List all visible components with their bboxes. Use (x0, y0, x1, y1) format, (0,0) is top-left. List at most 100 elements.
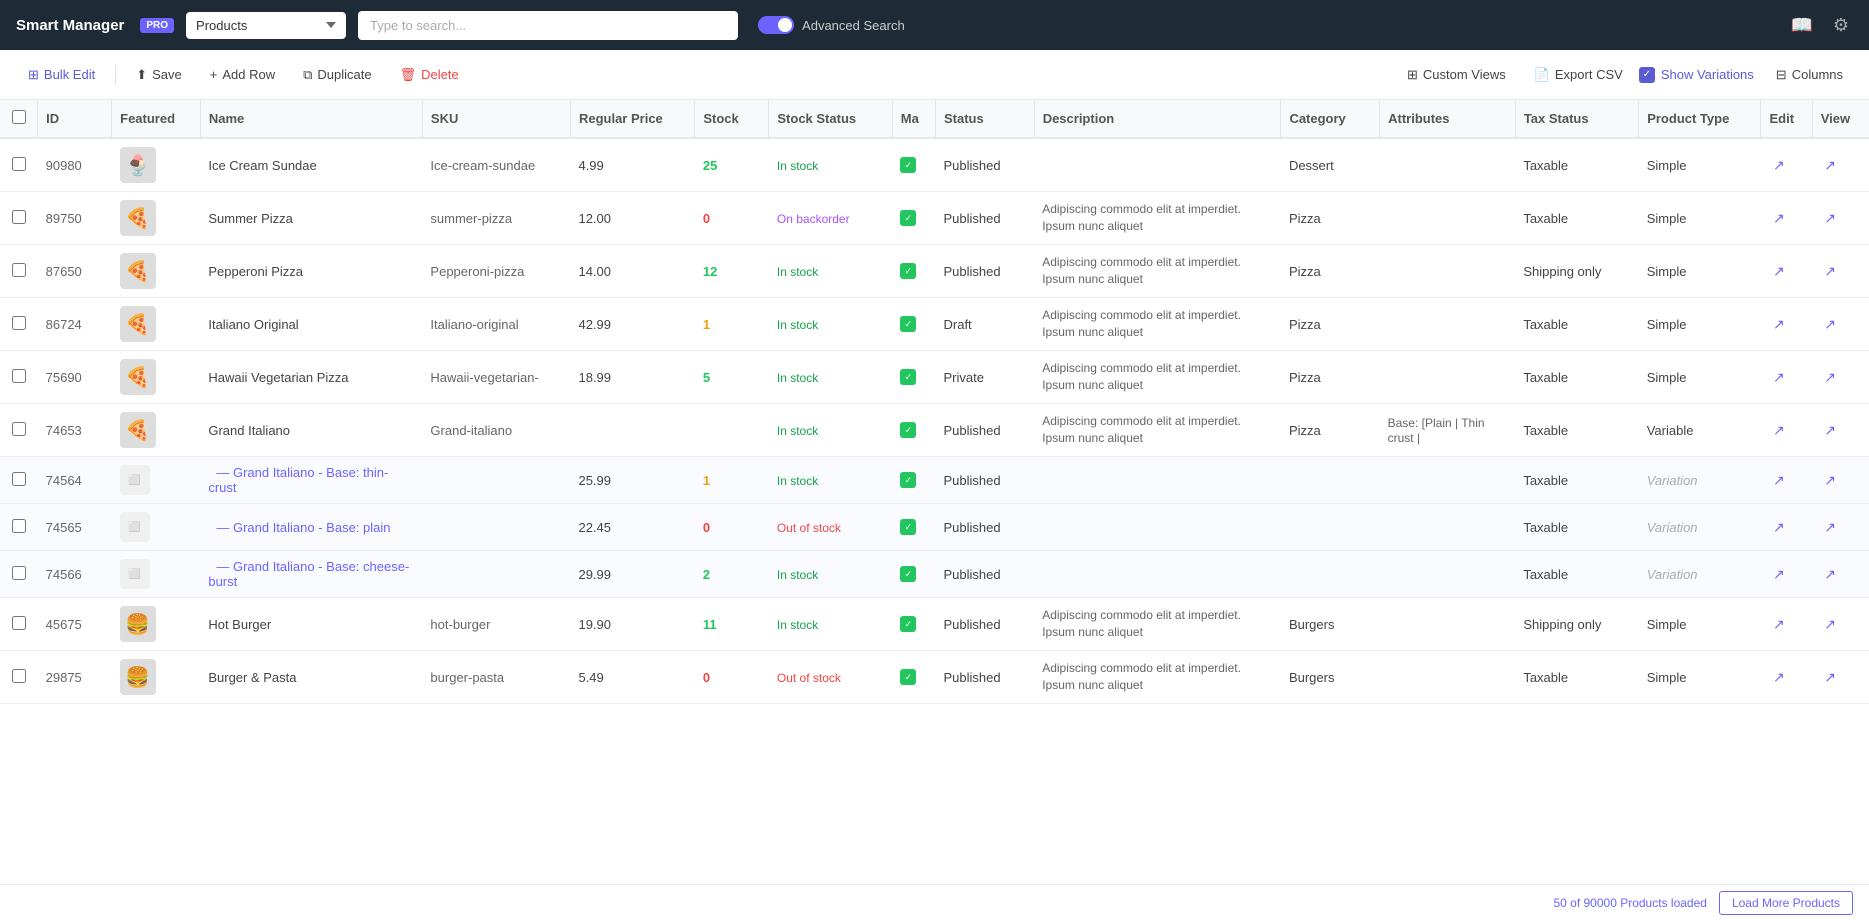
row-checkbox[interactable] (12, 422, 26, 436)
columns-button[interactable]: ⊟ Columns (1766, 61, 1853, 89)
cell-status: Published (936, 457, 1035, 504)
cell-view[interactable]: ↗ (1812, 138, 1869, 192)
settings-icon[interactable]: ⚙ (1829, 11, 1853, 40)
row-checkbox-cell[interactable] (0, 138, 38, 192)
entity-select[interactable]: Products Orders Coupons Users (186, 12, 346, 39)
cell-view[interactable]: ↗ (1812, 457, 1869, 504)
row-checkbox[interactable] (12, 519, 26, 533)
th-stock[interactable]: Stock (695, 100, 769, 138)
duplicate-button[interactable]: ⧉ Duplicate (291, 61, 384, 89)
cell-view[interactable]: ↗ (1812, 404, 1869, 457)
row-checkbox-cell[interactable] (0, 192, 38, 245)
edit-icon[interactable]: ↗ (1769, 667, 1789, 687)
th-sku[interactable]: SKU (422, 100, 570, 138)
th-description[interactable]: Description (1034, 100, 1281, 138)
edit-icon[interactable]: ↗ (1769, 314, 1789, 334)
cell-edit[interactable]: ↗ (1761, 351, 1812, 404)
row-checkbox[interactable] (12, 669, 26, 683)
edit-icon[interactable]: ↗ (1769, 420, 1789, 440)
cell-price: 42.99 (570, 298, 694, 351)
cell-view[interactable]: ↗ (1812, 598, 1869, 651)
cell-id: 87650 (38, 245, 112, 298)
view-icon[interactable]: ↗ (1820, 367, 1840, 387)
bulk-edit-button[interactable]: ⊞ Bulk Edit (16, 61, 107, 89)
row-checkbox-cell[interactable] (0, 598, 38, 651)
row-checkbox-cell[interactable] (0, 551, 38, 598)
view-icon[interactable]: ↗ (1820, 667, 1840, 687)
edit-icon[interactable]: ↗ (1769, 564, 1789, 584)
th-category[interactable]: Category (1281, 100, 1380, 138)
custom-views-button[interactable]: ⊞ Custom Views (1395, 61, 1518, 89)
load-more-button[interactable]: Load More Products (1719, 891, 1853, 915)
th-select-all[interactable] (0, 100, 38, 138)
show-variations-toggle[interactable]: ✓ Show Variations (1639, 67, 1754, 83)
view-icon[interactable]: ↗ (1820, 517, 1840, 537)
cell-edit[interactable]: ↗ (1761, 598, 1812, 651)
row-checkbox[interactable] (12, 316, 26, 330)
view-icon[interactable]: ↗ (1820, 208, 1840, 228)
th-featured[interactable]: Featured (112, 100, 201, 138)
view-icon[interactable]: ↗ (1820, 470, 1840, 490)
th-id[interactable]: ID (38, 100, 112, 138)
search-input[interactable] (358, 11, 738, 40)
edit-icon[interactable]: ↗ (1769, 470, 1789, 490)
cell-edit[interactable]: ↗ (1761, 504, 1812, 551)
cell-edit[interactable]: ↗ (1761, 551, 1812, 598)
cell-edit[interactable]: ↗ (1761, 651, 1812, 704)
cell-edit[interactable]: ↗ (1761, 298, 1812, 351)
th-stock-status[interactable]: Stock Status (769, 100, 892, 138)
cell-edit[interactable]: ↗ (1761, 245, 1812, 298)
th-product-type[interactable]: Product Type (1639, 100, 1761, 138)
view-icon[interactable]: ↗ (1820, 314, 1840, 334)
edit-icon[interactable]: ↗ (1769, 155, 1789, 175)
cell-edit[interactable]: ↗ (1761, 192, 1812, 245)
view-icon[interactable]: ↗ (1820, 564, 1840, 584)
row-checkbox-cell[interactable] (0, 404, 38, 457)
advanced-search-toggle[interactable] (758, 16, 794, 34)
row-checkbox-cell[interactable] (0, 457, 38, 504)
cell-view[interactable]: ↗ (1812, 651, 1869, 704)
add-row-button[interactable]: + Add Row (198, 61, 287, 88)
edit-icon[interactable]: ↗ (1769, 367, 1789, 387)
cell-view[interactable]: ↗ (1812, 351, 1869, 404)
row-checkbox[interactable] (12, 263, 26, 277)
delete-button[interactable]: 🗑 Delete (388, 61, 471, 89)
edit-icon[interactable]: ↗ (1769, 208, 1789, 228)
row-checkbox-cell[interactable] (0, 351, 38, 404)
th-tax-status[interactable]: Tax Status (1515, 100, 1638, 138)
row-checkbox-cell[interactable] (0, 651, 38, 704)
cell-edit[interactable]: ↗ (1761, 138, 1812, 192)
cell-view[interactable]: ↗ (1812, 551, 1869, 598)
cell-edit[interactable]: ↗ (1761, 457, 1812, 504)
edit-icon[interactable]: ↗ (1769, 517, 1789, 537)
cell-view[interactable]: ↗ (1812, 192, 1869, 245)
row-checkbox[interactable] (12, 157, 26, 171)
book-icon[interactable]: 📖 (1786, 11, 1816, 40)
select-all-checkbox[interactable] (12, 110, 26, 124)
cell-edit[interactable]: ↗ (1761, 404, 1812, 457)
cell-view[interactable]: ↗ (1812, 504, 1869, 551)
th-status[interactable]: Status (936, 100, 1035, 138)
row-checkbox[interactable] (12, 566, 26, 580)
view-icon[interactable]: ↗ (1820, 614, 1840, 634)
edit-icon[interactable]: ↗ (1769, 261, 1789, 281)
row-checkbox-cell[interactable] (0, 298, 38, 351)
view-icon[interactable]: ↗ (1820, 261, 1840, 281)
cell-view[interactable]: ↗ (1812, 298, 1869, 351)
row-checkbox[interactable] (12, 616, 26, 630)
cell-view[interactable]: ↗ (1812, 245, 1869, 298)
row-checkbox-cell[interactable] (0, 245, 38, 298)
row-checkbox[interactable] (12, 369, 26, 383)
view-icon[interactable]: ↗ (1820, 420, 1840, 440)
th-ma[interactable]: Ma (892, 100, 935, 138)
export-csv-button[interactable]: 📄 Export CSV (1522, 61, 1635, 89)
view-icon[interactable]: ↗ (1820, 155, 1840, 175)
th-regular-price[interactable]: Regular Price (570, 100, 694, 138)
edit-icon[interactable]: ↗ (1769, 614, 1789, 634)
row-checkbox-cell[interactable] (0, 504, 38, 551)
th-attributes[interactable]: Attributes (1380, 100, 1516, 138)
save-button[interactable]: ⬆ Save (124, 61, 194, 89)
row-checkbox[interactable] (12, 210, 26, 224)
row-checkbox[interactable] (12, 472, 26, 486)
th-name[interactable]: Name (200, 100, 422, 138)
